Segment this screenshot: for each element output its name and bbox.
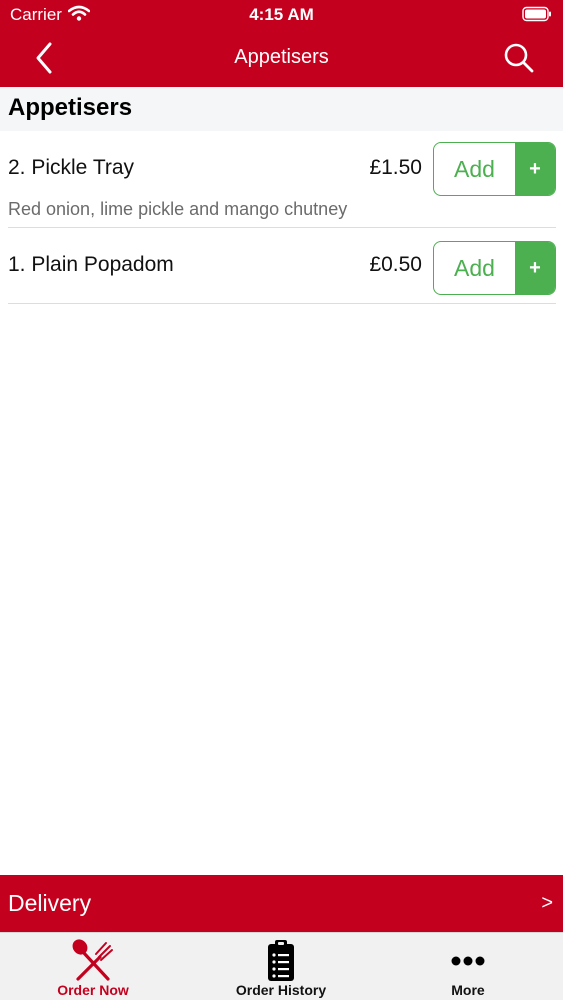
section-title: Appetisers: [8, 94, 133, 121]
tab-more[interactable]: More: [398, 933, 538, 1000]
menu-item: 1. Plain Popadom £0.50 Add +: [8, 228, 556, 304]
tab-label: Order History: [235, 982, 327, 998]
clipboard-list-icon: [268, 940, 294, 981]
item-name: 1. Plain Popadom: [8, 253, 174, 276]
tab-order-history[interactable]: Order History: [211, 933, 351, 1000]
chevron-right-icon: >: [541, 892, 553, 914]
add-button-label: Add: [454, 155, 495, 182]
add-to-order-button[interactable]: Add +: [433, 241, 556, 295]
screen: Carrier 4:15 AM Appetisers Appetisers 2.…: [0, 0, 563, 1000]
plus-icon: +: [515, 143, 555, 195]
page-title: Appetisers: [234, 46, 329, 68]
more-dots-icon: [451, 956, 485, 966]
add-button-label: Add: [454, 254, 495, 281]
tab-order-now[interactable]: Order Now: [23, 933, 163, 1000]
fork-knife-icon: [72, 939, 113, 981]
delivery-label: Delivery: [8, 890, 92, 916]
add-to-order-button[interactable]: Add +: [433, 142, 556, 196]
search-icon[interactable]: [503, 42, 535, 74]
tab-label: Order Now: [57, 982, 129, 998]
tab-label: More: [451, 982, 485, 998]
header: Carrier 4:15 AM Appetisers: [0, 0, 563, 87]
nav-bar: Appetisers: [0, 30, 563, 87]
item-price: £1.50: [369, 156, 422, 179]
tab-bar: Order Now Order History More: [0, 932, 563, 1000]
menu-item: 2. Pickle Tray £1.50 Add + Red onion, li…: [8, 131, 556, 228]
delivery-bar[interactable]: Delivery >: [0, 875, 563, 932]
item-description: Red onion, lime pickle and mango chutney: [8, 199, 348, 219]
plus-icon: +: [515, 242, 555, 294]
item-name: 2. Pickle Tray: [8, 156, 135, 179]
status-time: 4:15 AM: [249, 5, 314, 24]
status-bar: Carrier 4:15 AM: [0, 0, 563, 30]
battery-icon: [522, 6, 551, 22]
item-price: £0.50: [369, 253, 422, 276]
section-header: Appetisers: [0, 87, 563, 131]
